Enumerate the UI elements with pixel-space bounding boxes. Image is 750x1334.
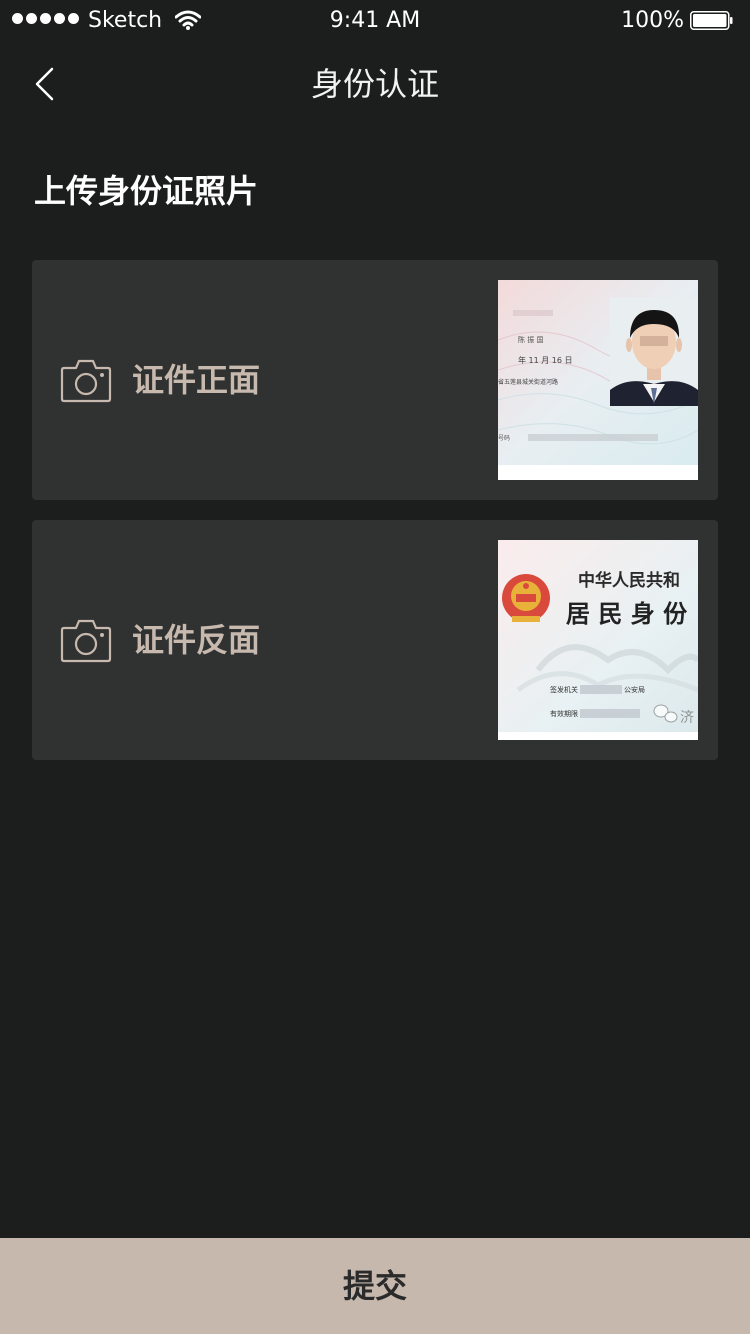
id-back-country-line: 中华人民共和 [578,570,680,591]
id-front-address-line: 省五莲县城关街道河路 [498,378,558,386]
id-front-thumbnail: 陈 振 国 年 11 月 16 日 省五莲县城关街道河路 号码 [498,280,698,480]
battery-icon [690,11,733,30]
status-bar: Sketch 9:41 AM 100% [0,0,750,42]
id-back-authority-value: 公安局 [624,685,645,694]
card-front-label: 证件正面 [132,361,261,399]
national-emblem-icon [502,574,550,622]
id-back-authority-label: 签发机关 [550,685,578,694]
id-front-id-line: 号码 [498,434,510,442]
page-title: 身份认证 [310,65,439,103]
camera-icon [60,619,112,663]
card-back-label: 证件反面 [132,621,261,659]
id-back-doc-line: 居 民 身 份 [566,599,688,628]
id-front-name-line: 陈 振 国 [518,335,543,344]
upload-section-title: 上传身份证照片 [34,172,259,210]
upload-card-back[interactable]: 证件反面 中华人民共和 居 民 身 份 签发机关 公安局 有效期限 济 [32,520,718,760]
camera-icon [60,359,112,403]
id-photo [610,298,698,406]
id-back-thumbnail: 中华人民共和 居 民 身 份 签发机关 公安局 有效期限 济 [498,540,698,740]
submit-button[interactable]: 提交 [0,1238,750,1334]
id-front-date-line: 年 11 月 16 日 [518,355,573,365]
id-back-validity-label: 有效期限 [550,709,578,718]
svg-text:济: 济 [680,710,694,726]
upload-card-front[interactable]: 证件正面 陈 振 国 年 11 月 16 日 省五莲县城关街道河路 号码 [32,260,718,500]
battery-percentage: 100% [621,8,684,33]
